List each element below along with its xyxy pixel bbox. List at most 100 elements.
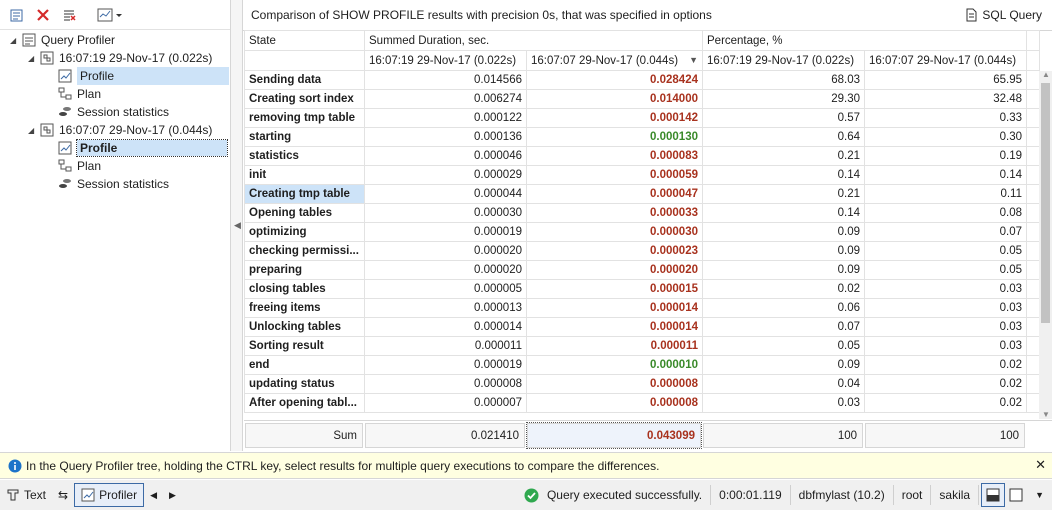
state-cell[interactable]: statistics [244, 146, 365, 166]
duration-run-1-cell[interactable]: 0.000020 [364, 241, 527, 261]
scrollbar-thumb[interactable] [1041, 83, 1050, 323]
tree-run-2[interactable]: 16:07:07 29-Nov-17 (0.044s) [40, 121, 212, 139]
state-cell[interactable]: Creating sort index [244, 89, 365, 109]
duration-run-1-cell[interactable]: 0.000008 [364, 374, 527, 394]
tree-run-1-profile[interactable]: Profile [58, 67, 229, 85]
percentage-run-2-cell[interactable]: 0.08 [864, 203, 1027, 223]
tree-run-1-session-stats[interactable]: Session statistics [58, 103, 169, 121]
percentage-run-2-cell[interactable]: 0.03 [864, 279, 1027, 299]
sql-query-button[interactable]: SQL Query [964, 8, 1042, 22]
duration-run-1-cell[interactable]: 0.000029 [364, 165, 527, 185]
col-duration-run-1[interactable]: 16:07:19 29-Nov-17 (0.022s) [364, 50, 527, 71]
state-cell[interactable]: Sorting result [244, 336, 365, 356]
scroll-up-icon[interactable]: ▲ [1042, 70, 1050, 79]
tree-run-1-plan[interactable]: Plan [58, 85, 101, 103]
table-row[interactable]: closing tables 0.000005 0.000015 0.02 0.03 [244, 279, 1040, 299]
profiler-view-button[interactable]: Profiler [74, 483, 145, 507]
duration-run-1-cell[interactable]: 0.000019 [364, 222, 527, 242]
duration-run-2-cell[interactable]: 0.000014 [526, 298, 703, 318]
percentage-run-2-cell[interactable]: 0.02 [864, 374, 1027, 394]
col-percentage-run-2[interactable]: 16:07:07 29-Nov-17 (0.044s) [864, 50, 1027, 71]
layout-dropdown[interactable]: ▼ [1027, 483, 1052, 507]
state-cell[interactable]: init [244, 165, 365, 185]
state-cell[interactable]: updating status [244, 374, 365, 394]
percentage-run-2-cell[interactable]: 0.02 [864, 355, 1027, 375]
table-row[interactable]: freeing items 0.000013 0.000014 0.06 0.03 [244, 298, 1040, 318]
state-cell[interactable]: After opening tabl... [244, 393, 365, 413]
next-view-button[interactable]: ▶ [163, 483, 182, 507]
table-row[interactable]: checking permissi... 0.000020 0.000023 0.09… [244, 241, 1040, 261]
duration-run-2-cell[interactable]: 0.000033 [526, 203, 703, 223]
col-state[interactable]: State [244, 30, 365, 51]
collapse-icon[interactable]: ◢ [10, 36, 16, 45]
percentage-run-1-cell[interactable]: 0.64 [702, 127, 865, 147]
percentage-run-2-cell[interactable]: 32.48 [864, 89, 1027, 109]
percentage-run-2-cell[interactable]: 0.07 [864, 222, 1027, 242]
tree-root[interactable]: Query Profiler [22, 31, 115, 49]
duration-run-2-cell[interactable]: 0.000008 [526, 374, 703, 394]
percentage-run-2-cell[interactable]: 65.95 [864, 70, 1027, 90]
duration-run-2-cell[interactable]: 0.000142 [526, 108, 703, 128]
swap-button[interactable]: ⇆ [52, 483, 74, 507]
table-row[interactable]: Sorting result 0.000011 0.000011 0.05 0.03 [244, 336, 1040, 356]
percentage-run-2-cell[interactable]: 0.14 [864, 165, 1027, 185]
percentage-run-1-cell[interactable]: 0.03 [702, 393, 865, 413]
table-row[interactable]: After opening tabl... 0.000007 0.000008 0.0… [244, 393, 1040, 413]
duration-run-2-cell[interactable]: 0.000023 [526, 241, 703, 261]
percentage-run-1-cell[interactable]: 0.07 [702, 317, 865, 337]
duration-run-1-cell[interactable]: 0.000007 [364, 393, 527, 413]
duration-run-2-cell[interactable]: 0.000008 [526, 393, 703, 413]
collapse-icon[interactable]: ◢ [28, 54, 34, 63]
text-view-button[interactable]: Text [0, 483, 52, 507]
duration-run-1-cell[interactable]: 0.000020 [364, 260, 527, 280]
tree-run-2-profile[interactable]: Profile [58, 139, 228, 157]
percentage-run-1-cell[interactable]: 0.21 [702, 184, 865, 204]
duration-run-1-cell[interactable]: 0.000011 [364, 336, 527, 356]
percentage-run-1-cell[interactable]: 0.14 [702, 165, 865, 185]
percentage-run-1-cell[interactable]: 0.09 [702, 355, 865, 375]
percentage-run-1-cell[interactable]: 0.06 [702, 298, 865, 318]
state-cell[interactable]: Unlocking tables [244, 317, 365, 337]
table-row[interactable]: Creating sort index 0.006274 0.014000 29.30… [244, 89, 1040, 109]
percentage-run-1-cell[interactable]: 0.05 [702, 336, 865, 356]
close-icon[interactable]: ✕ [1035, 457, 1046, 473]
table-row[interactable]: updating status 0.000008 0.000008 0.04 0.02 [244, 374, 1040, 394]
table-row[interactable]: optimizing 0.000019 0.000030 0.09 0.07 [244, 222, 1040, 242]
duration-run-1-cell[interactable]: 0.000005 [364, 279, 527, 299]
duration-run-2-cell[interactable]: 0.000059 [526, 165, 703, 185]
duration-run-1-cell[interactable]: 0.000030 [364, 203, 527, 223]
duration-run-1-cell[interactable]: 0.000019 [364, 355, 527, 375]
new-profile-icon[interactable] [6, 4, 28, 26]
percentage-run-2-cell[interactable]: 0.03 [864, 298, 1027, 318]
table-row[interactable]: removing tmp table 0.000122 0.000142 0.57 0.… [244, 108, 1040, 128]
duration-run-1-cell[interactable]: 0.000013 [364, 298, 527, 318]
percentage-run-2-cell[interactable]: 0.02 [864, 393, 1027, 413]
percentage-run-2-cell[interactable]: 0.19 [864, 146, 1027, 166]
percentage-run-2-cell[interactable]: 0.05 [864, 260, 1027, 280]
scroll-down-icon[interactable]: ▼ [1042, 410, 1050, 419]
percentage-run-1-cell[interactable]: 0.57 [702, 108, 865, 128]
table-row[interactable]: preparing 0.000020 0.000020 0.09 0.05 [244, 260, 1040, 280]
single-view-button[interactable] [1005, 483, 1027, 507]
compare-dropdown-icon[interactable] [96, 4, 124, 26]
duration-run-1-cell[interactable]: 0.000122 [364, 108, 527, 128]
table-row[interactable]: Sending data 0.014566 0.028424 68.03 65.95 [244, 70, 1040, 90]
tree-run-2-session-stats[interactable]: Session statistics [58, 175, 169, 193]
table-row[interactable]: end 0.000019 0.000010 0.09 0.02 [244, 355, 1040, 375]
duration-run-2-cell[interactable]: 0.000083 [526, 146, 703, 166]
table-row[interactable]: starting 0.000136 0.000130 0.64 0.30 [244, 127, 1040, 147]
state-cell[interactable]: end [244, 355, 365, 375]
table-row[interactable]: statistics 0.000046 0.000083 0.21 0.19 [244, 146, 1040, 166]
state-cell[interactable]: Creating tmp table [244, 184, 365, 204]
collapse-panel-icon[interactable]: ◀ [234, 220, 241, 231]
state-cell[interactable]: optimizing [244, 222, 365, 242]
duration-run-2-cell[interactable]: 0.028424 [526, 70, 703, 90]
duration-run-2-cell[interactable]: 0.000011 [526, 336, 703, 356]
duration-run-2-cell[interactable]: 0.000014 [526, 317, 703, 337]
percentage-run-2-cell[interactable]: 0.03 [864, 317, 1027, 337]
col-percentage-run-1[interactable]: 16:07:19 29-Nov-17 (0.022s) [702, 50, 865, 71]
tree-run-1[interactable]: 16:07:19 29-Nov-17 (0.022s) [40, 49, 212, 67]
percentage-run-1-cell[interactable]: 0.02 [702, 279, 865, 299]
duration-run-2-cell[interactable]: 0.014000 [526, 89, 703, 109]
percentage-run-2-cell[interactable]: 0.03 [864, 336, 1027, 356]
